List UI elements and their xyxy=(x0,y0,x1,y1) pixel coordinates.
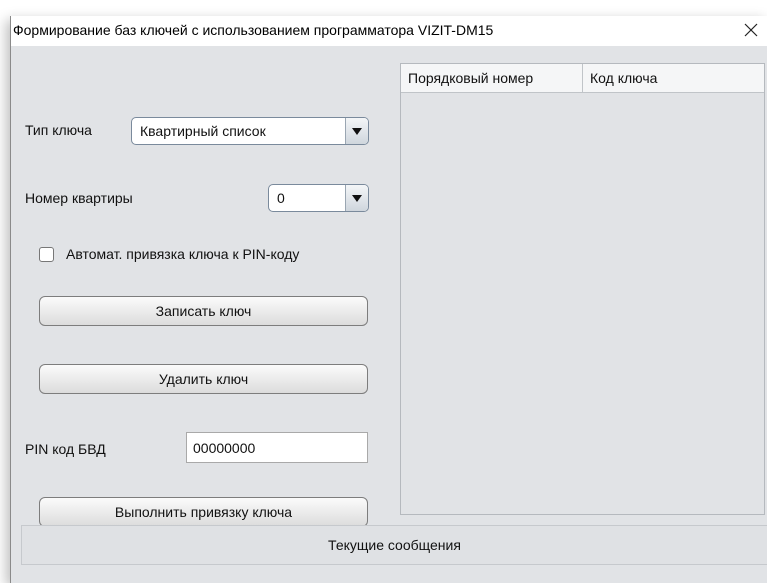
key-type-label: Тип ключа xyxy=(25,122,92,138)
pin-input[interactable] xyxy=(186,432,368,463)
delete-key-button[interactable]: Удалить ключ xyxy=(39,364,368,394)
key-type-value: Квартирный список xyxy=(140,123,266,139)
title-bar: Формирование баз ключей с использованием… xyxy=(11,16,767,46)
keys-table[interactable]: Порядковый номер Код ключа xyxy=(400,63,765,515)
column-header-key-code[interactable]: Код ключа xyxy=(583,64,764,92)
pin-label: PIN код БВД xyxy=(25,441,106,457)
messages-label: Текущие сообщения xyxy=(328,537,461,553)
apartment-label: Номер квартиры xyxy=(25,190,133,206)
table-body[interactable] xyxy=(401,93,764,514)
column-header-serial-number[interactable]: Порядковый номер xyxy=(401,64,583,92)
apartment-value: 0 xyxy=(277,190,285,206)
write-key-button[interactable]: Записать ключ xyxy=(39,296,368,326)
chevron-down-icon xyxy=(345,118,368,144)
messages-bar: Текущие сообщения xyxy=(21,525,767,565)
auto-bind-label: Автомат. привязка ключа к PIN-коду xyxy=(66,246,300,262)
table-header: Порядковый номер Код ключа xyxy=(401,64,764,93)
key-type-select[interactable]: Квартирный список xyxy=(131,117,369,145)
auto-bind-checkbox[interactable] xyxy=(39,247,54,262)
app-window: Формирование баз ключей с использованием… xyxy=(10,16,767,583)
dialog-content: Тип ключа Квартирный список Номер кварти… xyxy=(11,46,767,583)
close-button[interactable] xyxy=(734,16,767,46)
window-title: Формирование баз ключей с использованием… xyxy=(13,22,494,38)
chevron-down-icon xyxy=(345,185,368,211)
bind-key-button[interactable]: Выполнить привязку ключа xyxy=(39,497,368,527)
apartment-select[interactable]: 0 xyxy=(268,184,369,212)
close-icon xyxy=(744,23,758,40)
